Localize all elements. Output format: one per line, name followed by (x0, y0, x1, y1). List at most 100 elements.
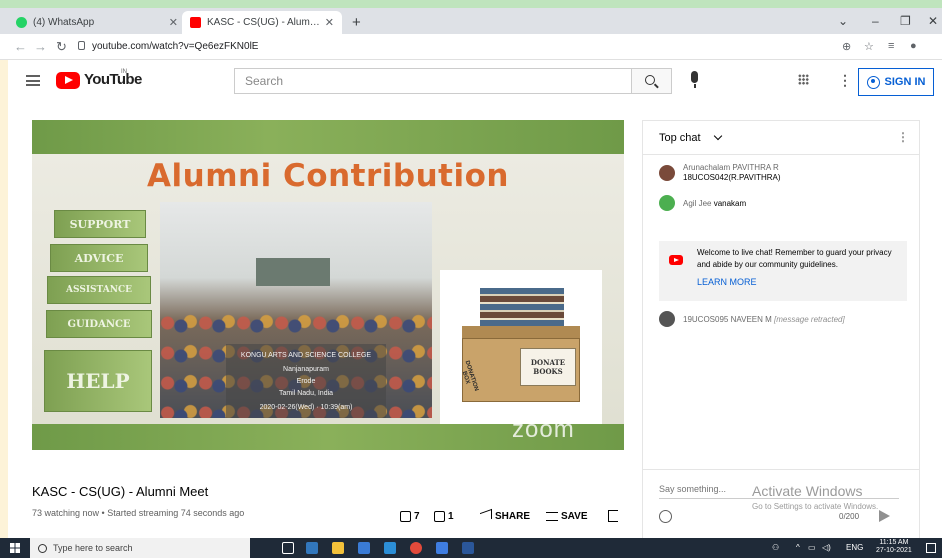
chat-text: [message retracted] (774, 315, 845, 324)
browser-tab-strip: (4) WhatsApp ✕ KASC - CS(UG) - Alumni Me… (0, 8, 942, 34)
block-support: SUPPORT (54, 210, 146, 238)
zoom-watermark: zoom (512, 416, 575, 443)
flag-icon (608, 510, 618, 522)
store-icon[interactable] (358, 542, 370, 554)
tab-youtube[interactable]: KASC - CS(UG) - Alumni Meet - YouTube ✕ (182, 11, 342, 34)
close-tab-icon[interactable]: ✕ (169, 16, 178, 29)
like-button[interactable]: 7 (400, 506, 420, 526)
whatsapp-icon (16, 17, 27, 28)
bookmark-star-icon[interactable]: ☆ (864, 40, 874, 53)
user-circle-icon (866, 75, 880, 89)
report-button[interactable] (608, 506, 618, 526)
dislike-count: 1 (448, 510, 454, 522)
welcome-banner: Welcome to live chat! Remember to guard … (659, 241, 907, 301)
slide-banner-top (32, 120, 624, 154)
close-tab-icon[interactable]: ✕ (325, 16, 334, 29)
video-player[interactable]: Alumni Contribution SUPPORT ADVICE ASSIS… (32, 120, 624, 450)
network-icon[interactable]: ▭ (808, 543, 816, 552)
block-guidance: GUIDANCE (46, 310, 152, 338)
chat-mode-selector[interactable]: Top chat (659, 132, 701, 144)
cortana-icon (38, 543, 47, 553)
block-assistance: ASSISTANCE (47, 276, 151, 304)
chevron-down-icon[interactable] (713, 131, 723, 141)
zoom-app-icon[interactable] (436, 542, 448, 554)
like-count: 7 (414, 510, 420, 522)
task-view-icon[interactable] (282, 542, 294, 554)
windows-taskbar: Type here to search ⚇ ^ ▭ ◁) ENG 11:15 A… (0, 538, 942, 558)
tab-search-icon[interactable]: ⌄ (838, 14, 848, 28)
url-field[interactable]: youtube.com/watch?v=Qe6ezFKN0lE (92, 41, 258, 52)
chat-text: vanakam (713, 199, 747, 208)
address-bar: ← → ↻ youtube.com/watch?v=Qe6ezFKN0lE ⊕ … (0, 34, 942, 60)
sign-in-button[interactable]: SIGN IN (858, 68, 934, 96)
volume-icon[interactable]: ◁) (822, 543, 831, 552)
language-indicator[interactable]: ENG (846, 543, 863, 552)
books-stack (480, 288, 564, 328)
save-button[interactable]: SAVE (546, 506, 588, 526)
notification-icon[interactable] (926, 543, 936, 553)
chat-message: Arunachalam PAVITHRA R 18UCOS042(R.PAVIT… (683, 163, 903, 184)
chat-author: Agil Jee (683, 199, 712, 208)
close-window-button[interactable]: ✕ (928, 14, 938, 28)
chat-header: Top chat ⋮ (643, 121, 919, 155)
donate-books-sign: DONATE BOOKS (520, 348, 576, 386)
emoji-icon[interactable] (659, 510, 672, 523)
caption-place: Nanjanapuram (283, 366, 329, 373)
video-title: KASC - CS(UG) - Alumni Meet (32, 484, 209, 499)
windows-start-icon[interactable] (10, 543, 20, 553)
youtube-favicon-icon (190, 17, 201, 28)
back-icon[interactable]: ← (14, 39, 27, 54)
youtube-logo-icon[interactable] (56, 72, 80, 89)
youtube-wordmark[interactable]: YouTube (84, 71, 142, 88)
settings-kebab-icon[interactable]: ⋮ (838, 72, 852, 89)
menu-icon[interactable] (26, 75, 40, 86)
search-button[interactable] (632, 68, 672, 94)
caption-college: KONGU ARTS AND SCIENCE COLLEGE (240, 352, 372, 359)
reload-icon[interactable]: ↻ (56, 39, 67, 55)
thumb-up-icon (400, 510, 411, 522)
send-icon[interactable] (879, 510, 890, 522)
chat-text: 18UCOS042(R.PAVITHRA) (683, 173, 781, 183)
edge-icon[interactable] (306, 542, 318, 554)
chat-message: Agil Jee vanakam (683, 199, 903, 208)
tab-whatsapp[interactable]: (4) WhatsApp ✕ (8, 11, 186, 34)
new-tab-button[interactable]: + (352, 14, 361, 31)
word-blocks: SUPPORT ADVICE ASSISTANCE GUIDANCE HELP (44, 210, 156, 420)
tray-chevron-icon[interactable]: ^ (796, 543, 800, 552)
clock-date: 27-10-2021 (876, 547, 912, 555)
youtube-play-icon (669, 255, 683, 265)
chat-author: Arunachalam PAVITHRA R (683, 163, 779, 172)
chrome-icon[interactable] (410, 542, 422, 554)
clock[interactable]: 11:15 AM 27-10-2021 (876, 539, 912, 556)
chat-message: 19UCOS095 NAVEEN M [message retracted] (683, 315, 913, 324)
search-input[interactable] (234, 68, 632, 94)
dislike-button[interactable]: 1 (434, 506, 454, 526)
reading-list-icon[interactable]: ≡ (888, 40, 894, 52)
apps-grid-icon[interactable] (798, 74, 809, 85)
forward-icon[interactable]: → (34, 39, 47, 54)
activate-windows-hint: Go to Settings to activate Windows. (752, 502, 879, 511)
mail-icon[interactable] (384, 542, 396, 554)
taskbar-search[interactable]: Type here to search (30, 538, 250, 558)
avatar (659, 311, 675, 327)
profile-icon[interactable]: ● (910, 40, 917, 52)
file-explorer-icon[interactable] (332, 542, 344, 554)
microphone-icon[interactable] (691, 71, 698, 88)
live-chat-panel: Top chat ⋮ Arunachalam PAVITHRA R 18UCOS… (642, 120, 920, 538)
minimize-button[interactable]: – (872, 14, 879, 28)
people-icon[interactable]: ⚇ (772, 543, 779, 552)
window-frame-left (0, 8, 8, 538)
thumb-down-icon (434, 510, 445, 522)
share-button[interactable]: SHARE (480, 506, 530, 526)
char-counter: 0/200 (839, 512, 860, 521)
share-label: SHARE (495, 510, 531, 522)
learn-more-link[interactable]: LEARN MORE (697, 277, 757, 287)
tab-label: KASC - CS(UG) - Alumni Meet - YouTube (207, 17, 325, 28)
word-icon[interactable] (462, 542, 474, 554)
watch-page: Alumni Contribution SUPPORT ADVICE ASSIS… (8, 104, 942, 538)
maximize-button[interactable]: ❐ (900, 14, 911, 28)
video-meta: 73 watching now • Started streaming 74 s… (32, 508, 245, 518)
install-app-icon[interactable]: ⊕ (842, 40, 851, 53)
caption-city: Erode (296, 378, 316, 385)
chat-kebab-icon[interactable]: ⋮ (897, 130, 909, 144)
